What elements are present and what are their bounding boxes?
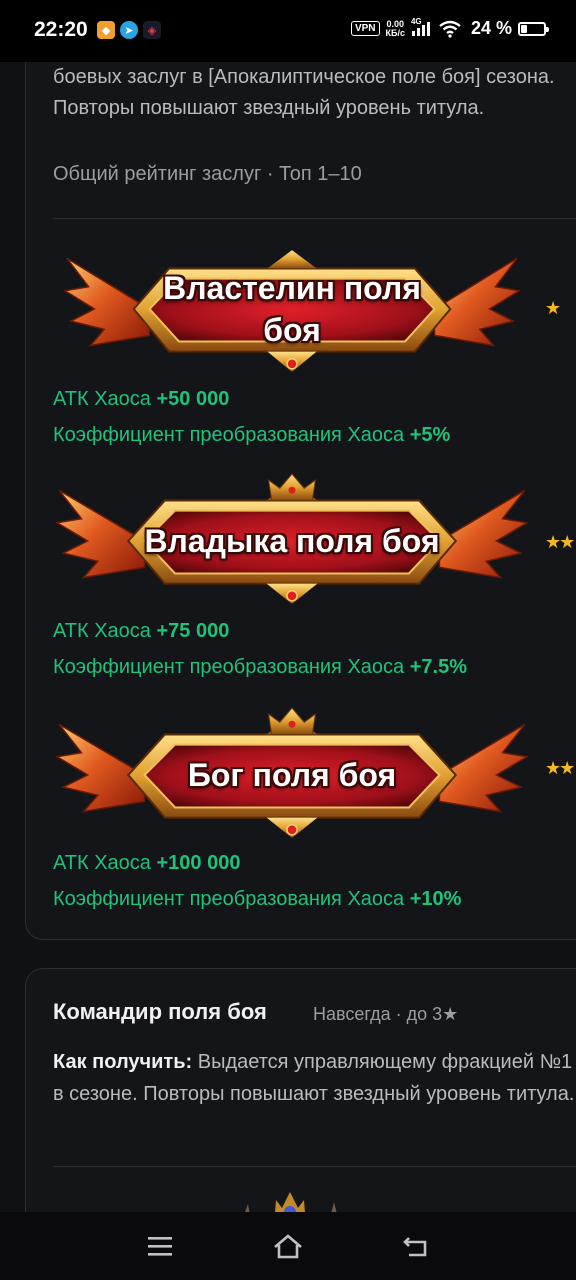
tier-item: Властелин поля боя ★ АТК Хаоса +50 000 К… [53,238,576,448]
tier-item: Владыка поля боя ★★ АТК Хаоса +75 000 Ко… [53,470,576,680]
stat-value: +50 000 [156,388,230,410]
commander-title: Командир поля боя [53,999,267,1024]
how-to-get-label: Как получить: [53,1051,193,1073]
stat-value: +10% [409,888,462,910]
app-notification-icon-2: ◈ [143,21,161,39]
star-rating: ★★ [545,758,575,778]
wifi-icon [439,20,461,38]
stat-label: Коэффициент преобразования Хаоса [53,656,405,678]
stat-label: АТК Хаоса [53,852,151,874]
menu-icon [148,1237,172,1256]
stat-atk: АТК Хаоса +75 000 [53,620,229,643]
divider [53,1166,576,1167]
title-description: боевых заслуг в [Апокалиптическое поле б… [53,66,555,119]
scroll-content[interactable]: боевых заслуг в [Апокалиптическое поле б… [0,62,576,1212]
stat-conversion: Коэффициент преобразования Хаоса +5% [53,424,450,447]
stat-label: Коэффициент преобразования Хаоса [53,888,405,910]
star-rating: ★ [545,298,561,318]
tier-item: Бог поля боя ★★ АТК Хаоса +100 000 Коэфф… [53,704,576,914]
app-notification-icon: ◆ [97,21,115,39]
stat-value: +7.5% [409,656,467,678]
home-button[interactable] [263,1226,313,1266]
status-bar: 22:20 ◆ ➤ ◈ VPN 0.00 КБ/с 4G 24 % [0,0,576,62]
clock: 22:20 [34,18,88,41]
rank-requirement: Общий рейтинг заслуг · Топ 1–10 [53,163,362,185]
home-icon [274,1234,302,1259]
signal-icon: 4G [411,17,433,37]
telegram-icon: ➤ [120,21,138,39]
stat-value: +5% [409,424,451,446]
network-speed: 0.00 КБ/с [385,19,405,38]
title-emblem: Властелин поля боя [61,238,523,380]
stat-value: +75 000 [156,620,230,642]
recent-apps-button[interactable] [135,1226,185,1266]
network-speed-unit: КБ/с [385,27,405,38]
emblem-title: Властелин поля боя [163,270,421,348]
back-button[interactable] [391,1226,441,1266]
stat-value: +100 000 [156,852,241,874]
stat-label: АТК Хаоса [53,620,151,642]
status-indicators: VPN 0.00 КБ/с 4G 24 % [350,17,549,39]
stat-conversion: Коэффициент преобразования Хаоса +7.5% [53,656,467,679]
battery-percent: 24 % [470,18,512,38]
commander-description: Как получить: Выдается управляющему фрак… [53,1046,576,1110]
emblem-title: Бог поля боя [187,757,397,793]
stat-atk: АТК Хаоса +50 000 [53,388,229,411]
stat-label: Коэффициент преобразования Хаоса [53,424,405,446]
emblem-title: Владыка поля боя [144,523,440,559]
battery-icon [518,21,549,36]
next-emblem-crown-icon [245,1192,337,1212]
divider [53,218,576,219]
vpn-icon: VPN [350,21,380,36]
title-emblem: Бог поля боя [53,704,531,846]
commander-meta: Навсегда · до 3★ [313,1004,459,1024]
stat-label: АТК Хаоса [53,388,151,410]
system-nav-bar [0,1212,576,1280]
title-emblem: Владыка поля боя [53,470,531,612]
notification-icons: ◆ ➤ ◈ [97,21,161,39]
back-icon [403,1237,427,1257]
stat-conversion: Коэффициент преобразования Хаоса +10% [53,888,461,911]
stat-atk: АТК Хаоса +100 000 [53,852,240,875]
star-rating: ★★ [545,532,575,552]
